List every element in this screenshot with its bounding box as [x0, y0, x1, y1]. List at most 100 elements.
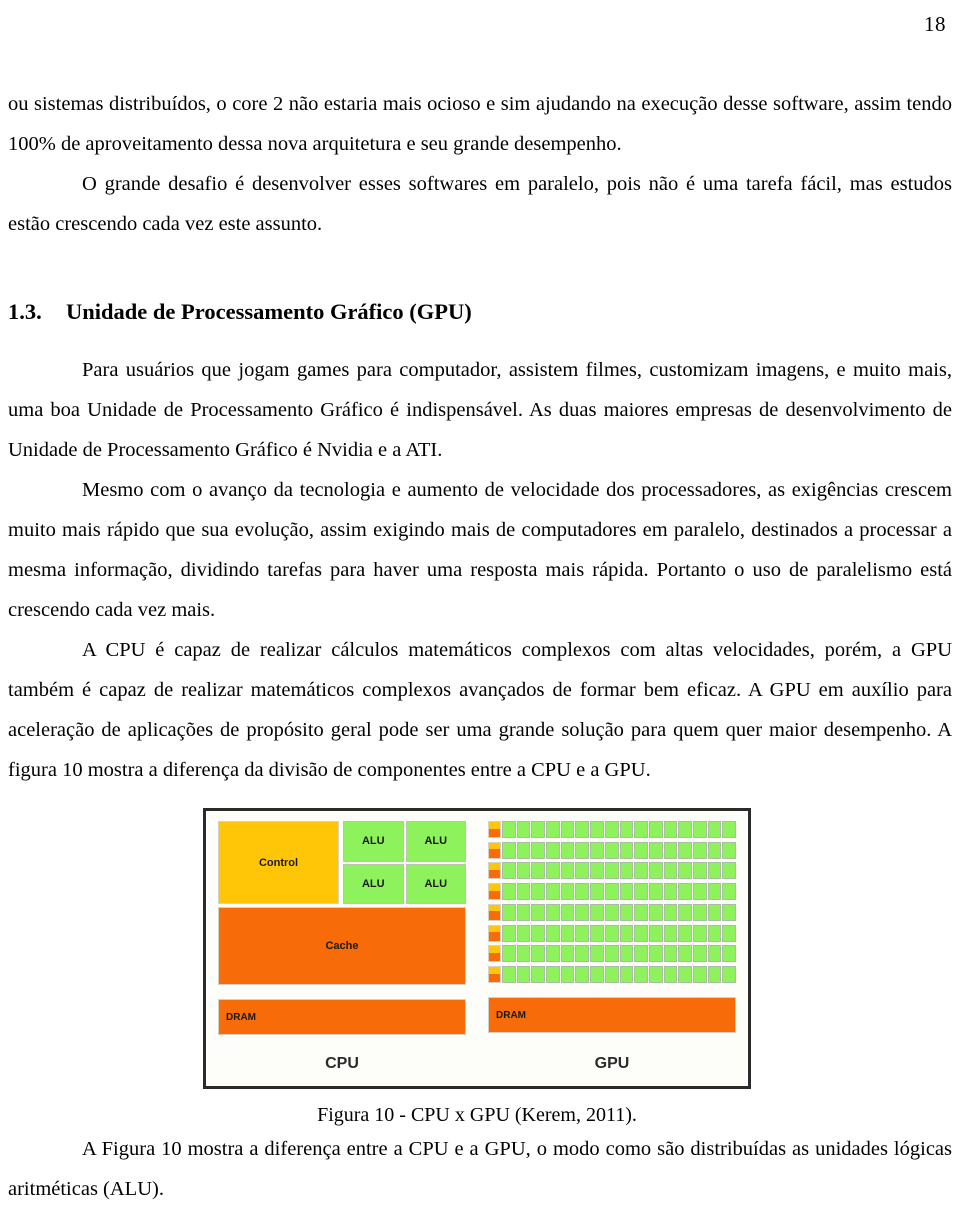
gpu-core-row — [488, 883, 736, 901]
cpu-spacer — [218, 985, 466, 999]
cpu-label: CPU — [325, 1055, 359, 1072]
gpu-control-cache-strip — [488, 862, 501, 880]
gpu-alu-cell — [546, 841, 560, 859]
gpu-alu-cell — [692, 862, 707, 880]
gpu-control-cell — [488, 841, 501, 850]
gpu-alu-cell — [531, 924, 546, 942]
gpu-alu-cell — [619, 883, 634, 901]
gpu-alu-cell — [648, 965, 663, 983]
gpu-alu-cell — [663, 841, 678, 859]
gpu-alu-cell — [678, 821, 692, 838]
gpu-alu-cell — [678, 883, 692, 901]
paragraph-1: ou sistemas distribuídos, o core 2 não e… — [8, 93, 952, 155]
gpu-alu-row — [502, 945, 736, 963]
cpu-alu-block: ALU — [405, 821, 466, 862]
gpu-alu-cell — [546, 862, 560, 880]
gpu-alu-row — [502, 924, 736, 942]
gpu-alu-cell — [663, 903, 678, 921]
document-page: 18 ou sistemas distribuídos, o core 2 nã… — [0, 0, 960, 1201]
gpu-control-cell — [488, 903, 501, 912]
gpu-alu-cell — [575, 841, 590, 859]
gpu-alu-cell — [663, 821, 678, 838]
section-number: 1.3. — [8, 299, 42, 324]
cpu-alu-grid: ALU ALU ALU ALU — [343, 821, 466, 904]
gpu-alu-cell — [619, 903, 634, 921]
gpu-alu-cell — [648, 821, 663, 838]
gpu-alu-cell — [502, 821, 516, 838]
gpu-alu-cell — [619, 841, 634, 859]
gpu-alu-cell — [692, 965, 707, 983]
gpu-alu-cell — [546, 903, 560, 921]
gpu-alu-cell — [531, 821, 546, 838]
gpu-alu-cell — [707, 924, 722, 942]
gpu-alu-cell — [707, 883, 722, 901]
gpu-alu-cell — [722, 862, 736, 880]
gpu-control-cache-strip — [488, 945, 501, 963]
cpu-body: Control ALU ALU ALU ALU Cache DRAM — [218, 821, 466, 1048]
gpu-alu-cell — [678, 924, 692, 942]
gpu-alu-cell — [604, 862, 619, 880]
gpu-alu-cell — [663, 924, 678, 942]
gpu-alu-cell — [678, 862, 692, 880]
gpu-control-cell — [488, 965, 501, 974]
gpu-alu-cell — [560, 903, 575, 921]
cpu-alu-block: ALU — [343, 821, 404, 862]
gpu-alu-cell — [575, 965, 590, 983]
cpu-side: Control ALU ALU ALU ALU Cache DRAM CPU — [218, 821, 466, 1080]
gpu-alu-cell — [648, 883, 663, 901]
figure-10: Control ALU ALU ALU ALU Cache DRAM CPU D… — [8, 808, 952, 1129]
cpu-top-row: Control ALU ALU ALU ALU — [218, 821, 466, 904]
gpu-alu-row — [502, 965, 736, 983]
gpu-side: DRAM GPU — [488, 821, 736, 1080]
gpu-alu-cell — [619, 945, 634, 963]
gpu-alu-cell — [531, 965, 546, 983]
figure-caption: Figura 10 - CPU x GPU (Kerem, 2011). — [317, 1104, 637, 1126]
gpu-alu-cell — [678, 965, 692, 983]
gpu-alu-cell — [619, 924, 634, 942]
gpu-alu-cell — [516, 965, 531, 983]
gpu-control-cell — [488, 862, 501, 871]
gpu-control-cell — [488, 821, 501, 829]
gpu-alu-cell — [692, 903, 707, 921]
gpu-core-row — [488, 841, 736, 859]
gpu-alu-cell — [692, 924, 707, 942]
gpu-alu-cell — [604, 903, 619, 921]
gpu-alu-cell — [590, 965, 604, 983]
gpu-alu-row — [502, 841, 736, 859]
gpu-alu-cell — [590, 841, 604, 859]
gpu-alu-cell — [516, 945, 531, 963]
gpu-alu-cell — [590, 903, 604, 921]
gpu-alu-cell — [707, 841, 722, 859]
gpu-alu-cell — [663, 862, 678, 880]
gpu-alu-cell — [516, 883, 531, 901]
gpu-alu-cell — [692, 821, 707, 838]
gpu-alu-cell — [531, 841, 546, 859]
gpu-alu-cell — [634, 821, 648, 838]
gpu-alu-cell — [604, 821, 619, 838]
gpu-alu-cell — [575, 862, 590, 880]
gpu-alu-cell — [560, 883, 575, 901]
gpu-alu-cell — [502, 862, 516, 880]
gpu-control-cache-strip — [488, 903, 501, 921]
gpu-alu-row — [502, 883, 736, 901]
gpu-alu-cell — [531, 883, 546, 901]
cpu-gpu-diagram: Control ALU ALU ALU ALU Cache DRAM CPU D… — [218, 821, 736, 1080]
gpu-alu-cell — [619, 821, 634, 838]
gpu-cache-cell — [488, 952, 501, 963]
gpu-alu-cell — [619, 965, 634, 983]
gpu-alu-cell — [634, 924, 648, 942]
gpu-alu-cell — [575, 821, 590, 838]
gpu-alu-cell — [590, 945, 604, 963]
gpu-alu-cell — [516, 924, 531, 942]
gpu-alu-cell — [692, 945, 707, 963]
gpu-alu-cell — [604, 883, 619, 901]
gpu-alu-cell — [560, 841, 575, 859]
gpu-alu-cell — [531, 903, 546, 921]
gpu-dram-block: DRAM — [488, 997, 736, 1033]
page-number: 18 — [924, 12, 946, 36]
gpu-control-cache-strip — [488, 841, 501, 859]
gpu-core-row — [488, 862, 736, 880]
gpu-alu-cell — [575, 924, 590, 942]
gpu-alu-cell — [575, 945, 590, 963]
gpu-core-row — [488, 821, 736, 839]
